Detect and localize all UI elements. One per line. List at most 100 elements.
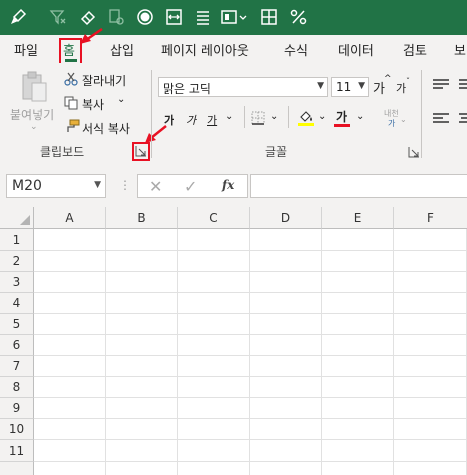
gridline (393, 229, 394, 475)
phonetic-dropdown-icon[interactable]: ⌄ (400, 115, 407, 124)
row-header-2[interactable]: 2 (0, 251, 34, 272)
column-header-f[interactable]: F (394, 207, 467, 229)
font-size-combo[interactable]: 11 ▼ (331, 77, 369, 97)
underline-button[interactable]: 가 (207, 112, 217, 128)
tab-review[interactable]: 검토 (403, 40, 427, 59)
tab-page-layout[interactable]: 페이지 레이아웃 (161, 40, 249, 59)
row-header-3[interactable]: 3 (0, 272, 34, 293)
row-header-8[interactable]: 8 (0, 377, 34, 398)
row-header-12[interactable] (0, 462, 34, 475)
align-top-icon[interactable] (432, 78, 450, 92)
group-separator (151, 70, 152, 158)
format-painter-button[interactable]: 서식 복사 (82, 120, 130, 137)
row-header-4[interactable]: 4 (0, 293, 34, 314)
row-header-10[interactable]: 10 (0, 419, 34, 440)
circle-icon[interactable] (133, 6, 157, 28)
underline-dropdown-icon[interactable]: ⌄ (225, 111, 233, 122)
align-justify-icon[interactable] (191, 6, 215, 28)
italic-button[interactable]: 가 (186, 112, 196, 128)
borders-dropdown-icon[interactable]: ⌄ (270, 111, 278, 122)
group-label-clipboard: 클립보드 (40, 145, 85, 159)
percent-icon[interactable] (287, 6, 311, 28)
drag-handle-icon[interactable]: ⋮ (119, 178, 131, 192)
gridline (34, 397, 467, 398)
cancel-icon[interactable]: ✕ (149, 177, 162, 196)
select-all-corner[interactable] (0, 207, 34, 229)
shrink-font-button[interactable]: 가 (396, 80, 406, 96)
center-across-icon[interactable] (162, 6, 186, 28)
formula-input[interactable] (250, 174, 467, 198)
paste-dropdown-icon[interactable]: ⌄ (30, 122, 38, 132)
tab-view[interactable]: 보 (454, 40, 466, 59)
borders-icon[interactable] (251, 111, 265, 125)
cut-button[interactable]: 잘라내기 (82, 72, 126, 89)
divider (288, 106, 289, 128)
row-header-5[interactable]: 5 (0, 314, 34, 335)
paintbrush-icon[interactable] (6, 6, 30, 28)
gridline (34, 355, 467, 356)
row-header-6[interactable]: 6 (0, 335, 34, 356)
column-header-a[interactable]: A (34, 207, 106, 229)
grow-font-caret-icon: ^ (384, 74, 392, 84)
tab-file[interactable]: 파일 (14, 40, 38, 59)
chevron-down-icon[interactable]: ▼ (94, 180, 101, 190)
gridline (177, 229, 178, 475)
font-color-dropdown-icon[interactable]: ⌄ (356, 111, 364, 122)
row-header-1[interactable]: 1 (0, 229, 34, 251)
enter-check-icon[interactable]: ✓ (184, 177, 197, 196)
format-painter-button-icon (64, 119, 80, 133)
eraser-icon[interactable] (76, 6, 100, 28)
column-header-e[interactable]: E (322, 207, 394, 229)
name-box[interactable]: M20 ▼ (6, 174, 106, 198)
gridline (105, 229, 106, 475)
font-dialog-launcher-icon[interactable] (408, 146, 420, 158)
gridline (321, 229, 322, 475)
fill-color-icon[interactable] (297, 108, 315, 126)
bold-button[interactable]: 가 (164, 112, 174, 128)
group-label-font: 글꼴 (265, 145, 288, 159)
gridline (34, 250, 467, 251)
tab-data[interactable]: 데이터 (338, 40, 374, 59)
row-header-9[interactable]: 9 (0, 398, 34, 419)
insert-function-button[interactable]: fx (222, 178, 234, 192)
gridline (34, 439, 467, 440)
column-header-d[interactable]: D (250, 207, 322, 229)
filter-clear-icon[interactable] (46, 6, 70, 28)
gridline (34, 334, 467, 335)
shrink-font-caret-icon: ˇ (406, 77, 410, 86)
grid-icon[interactable] (257, 6, 281, 28)
paste-icon[interactable] (20, 71, 48, 103)
formula-buttons: ✕ ✓ fx (137, 174, 248, 198)
gridline (34, 376, 467, 377)
scissors-icon (64, 72, 78, 86)
font-color-button[interactable]: 가 (336, 108, 347, 125)
gridline (34, 313, 467, 314)
row-header-7[interactable]: 7 (0, 356, 34, 377)
align-center-icon[interactable] (458, 112, 467, 126)
gridline (249, 229, 250, 475)
font-size-value: 11 (336, 80, 352, 94)
column-header-c[interactable]: C (178, 207, 250, 229)
chevron-down-icon: ▼ (358, 81, 365, 91)
tab-formulas[interactable]: 수식 (284, 40, 308, 59)
gridline (34, 292, 467, 293)
media-icon[interactable] (218, 6, 250, 28)
format-painter-icon[interactable] (104, 6, 128, 28)
gridline (34, 418, 467, 419)
copy-dropdown-icon[interactable]: ⌄ (117, 94, 125, 105)
align-left-icon[interactable] (432, 112, 450, 126)
formula-bar: M20 ▼ ⋮ ✕ ✓ fx (0, 163, 467, 207)
tab-insert[interactable]: 삽입 (110, 40, 134, 59)
gridline (34, 271, 467, 272)
row-header-11[interactable]: 11 (0, 440, 34, 462)
chevron-down-icon: ▼ (317, 81, 324, 91)
clipboard-dialog-launcher-icon[interactable] (135, 145, 147, 157)
fill-color-dropdown-icon[interactable]: ⌄ (318, 111, 326, 122)
copy-button[interactable]: 복사 (82, 96, 104, 113)
worksheet-grid: A B C D E F 1 2 3 4 5 6 7 8 9 10 11 (0, 207, 467, 475)
font-name-combo[interactable]: 맑은 고딕 ▼ (158, 77, 328, 97)
align-middle-icon[interactable] (458, 78, 467, 92)
column-header-b[interactable]: B (106, 207, 178, 229)
paste-button[interactable]: 붙여넣기 (10, 106, 54, 123)
group-separator (421, 70, 422, 158)
